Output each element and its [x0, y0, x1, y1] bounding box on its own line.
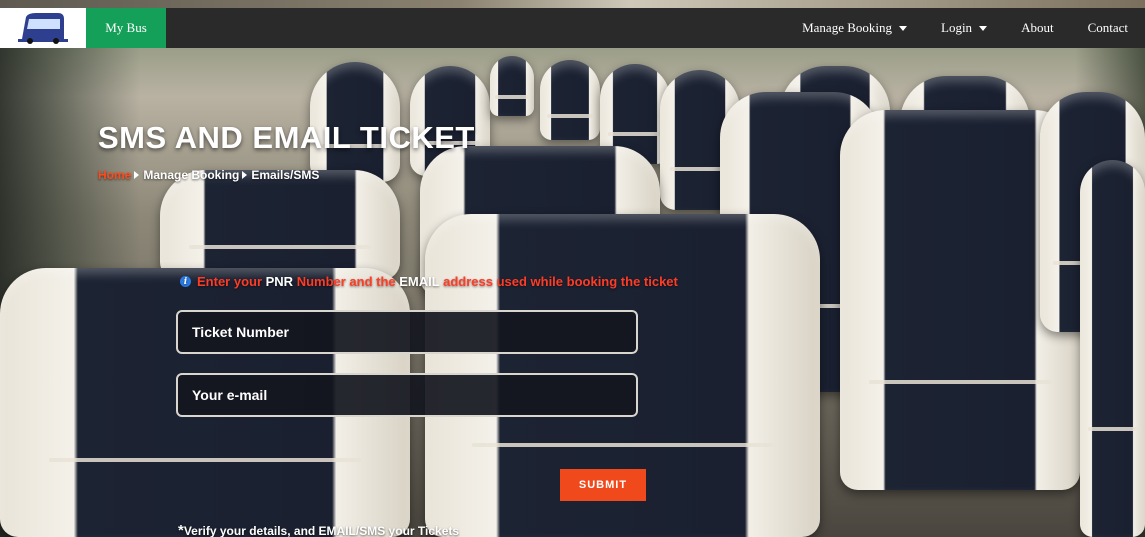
navbar: My Bus Manage Booking Login About Contac… — [0, 8, 1145, 48]
breadcrumb: Home Manage Booking Emails/SMS — [98, 168, 319, 182]
email-input[interactable] — [176, 373, 638, 417]
nav-about-label: About — [1021, 20, 1054, 35]
logo[interactable] — [0, 8, 86, 48]
verify-note: *Verify your details, and EMAIL/SMS your… — [178, 522, 459, 537]
nav-login-label: Login — [941, 20, 973, 35]
nav-menu: Manage Booking Login About Contact — [785, 8, 1145, 48]
info-text-part: PNR — [265, 274, 294, 289]
info-message: i Enter your PNR Number and the EMAIL ad… — [180, 274, 678, 289]
nav-manage-booking-label: Manage Booking — [802, 20, 892, 35]
breadcrumb-separator-icon — [134, 171, 140, 179]
nav-contact-label: Contact — [1087, 20, 1128, 35]
info-text-part: Enter your — [197, 274, 266, 289]
brand-link[interactable]: My Bus — [86, 8, 166, 48]
info-text-part: address used while booking the ticket — [439, 274, 678, 289]
caret-down-icon — [899, 25, 907, 31]
nav-manage-booking[interactable]: Manage Booking — [785, 20, 924, 36]
info-text-part: Number and the — [293, 274, 400, 289]
seat — [540, 60, 600, 140]
submit-button[interactable]: SUBMIT — [560, 469, 646, 501]
breadcrumb-emails-sms: Emails/SMS — [251, 168, 320, 182]
top-banner-strip — [0, 0, 1145, 8]
nav-about[interactable]: About — [1004, 20, 1071, 36]
page-title: SMS AND EMAIL TICKET — [98, 120, 475, 155]
info-icon: i — [180, 276, 191, 287]
ticket-number-input[interactable] — [176, 310, 638, 354]
seat — [490, 56, 534, 116]
breadcrumb-separator-icon — [242, 171, 248, 179]
seat — [1080, 160, 1145, 537]
nav-contact[interactable]: Contact — [1071, 20, 1145, 36]
caret-down-icon — [979, 25, 988, 31]
breadcrumb-manage-booking[interactable]: Manage Booking — [143, 168, 239, 182]
seat — [160, 170, 400, 280]
note-text: Verify your details, and EMAIL/SMS your … — [183, 524, 460, 537]
bus-logo-icon — [18, 13, 68, 44]
nav-login[interactable]: Login — [924, 20, 1004, 36]
page: My Bus Manage Booking Login About Contac… — [0, 0, 1145, 537]
info-text: Enter your PNR Number and the EMAIL addr… — [197, 274, 678, 289]
breadcrumb-home-link[interactable]: Home — [98, 168, 131, 182]
info-text-part: EMAIL — [399, 274, 440, 289]
